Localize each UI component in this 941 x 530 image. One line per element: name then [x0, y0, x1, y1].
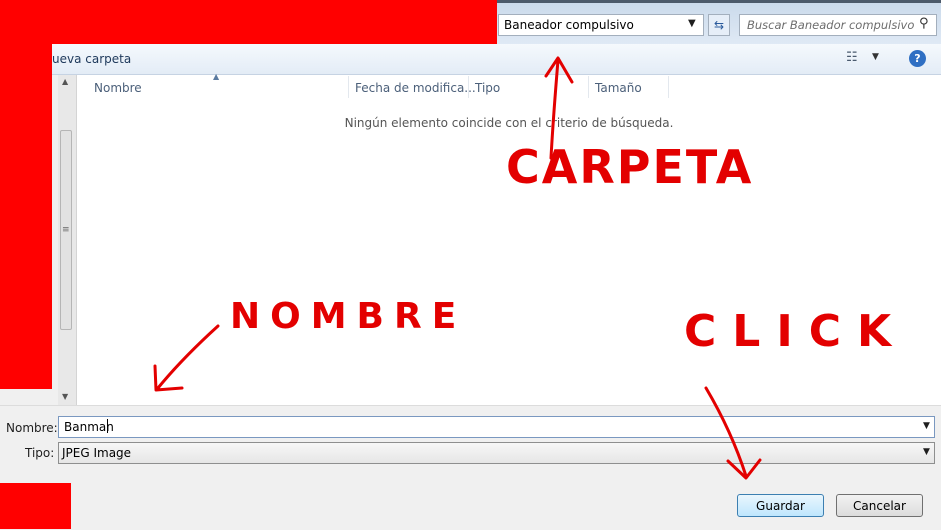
annotation-name: NOMBRE [230, 296, 467, 337]
arrow-to-name [153, 324, 220, 392]
annotation-arrows [153, 56, 762, 480]
annotation-folder: CARPETA [506, 140, 754, 194]
annotation-click: CLICK [684, 306, 908, 357]
arrow-to-save [704, 386, 762, 480]
